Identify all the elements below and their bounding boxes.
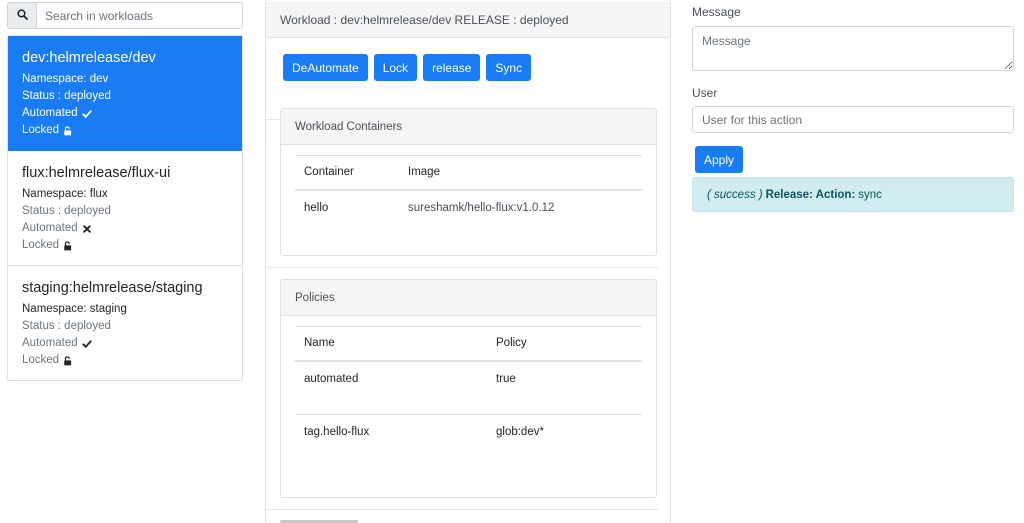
column-header-container: Container (295, 155, 399, 191)
workload-title: flux:helmrelease/flux-ui (22, 165, 171, 181)
unlock-icon (63, 125, 73, 136)
column-header-name: Name (295, 326, 487, 362)
container-image: sureshamk/hello-flux:v1.0.12 (408, 201, 555, 214)
workload-list: dev:helmrelease/dev Namespace: dev Statu… (7, 35, 243, 381)
containers-table: Container Image hello sureshamk/hello-fl… (295, 155, 642, 214)
containers-card-title: Workload Containers (281, 109, 656, 145)
policy-value: glob:dev* (496, 426, 544, 438)
workload-namespace: Namespace: staging (22, 303, 127, 315)
policy-name: tag.hello-flux (304, 426, 370, 438)
policies-card: Policies Name Policy automated true tag.… (280, 279, 657, 498)
workload-title: staging:helmrelease/staging (22, 280, 203, 296)
sync-button[interactable]: Sync (486, 54, 532, 81)
workload-detail: Workload : dev:helmrelease/dev RELEASE :… (265, 2, 671, 523)
search-bar (7, 2, 243, 29)
deautomate-button[interactable]: DeAutomate (283, 54, 368, 81)
workload-item-dev[interactable]: dev:helmrelease/dev Namespace: dev Statu… (8, 36, 242, 151)
workload-automated: Automated (22, 220, 228, 237)
workload-locked: Locked (22, 237, 228, 254)
section-divider (266, 509, 658, 510)
alert-status: ( success ) (707, 188, 763, 201)
status-alert: ( success ) Release: Action: sync (692, 177, 1014, 212)
workload-item-staging[interactable]: staging:helmrelease/staging Namespace: s… (8, 266, 242, 380)
workload-sidebar: dev:helmrelease/dev Namespace: dev Statu… (7, 2, 243, 381)
user-label: User (692, 86, 718, 100)
containers-card: Workload Containers Container Image hell… (280, 108, 657, 256)
policy-name: automated (304, 372, 359, 385)
alert-value: sync (858, 188, 882, 201)
action-form: Message User Apply ( success ) Release: … (692, 0, 1014, 212)
alert-label: Release: Action: (765, 188, 856, 201)
workload-header: Workload : dev:helmrelease/dev RELEASE :… (266, 2, 670, 38)
workload-locked: Locked (22, 352, 228, 369)
check-icon (81, 339, 92, 349)
lock-button[interactable]: Lock (373, 54, 418, 81)
column-header-image: Image (399, 155, 642, 191)
workload-status: Status : deployed (22, 205, 111, 217)
workload-namespace: Namespace: flux (22, 188, 108, 200)
table-row: automated true (295, 361, 642, 415)
container-name: hello (304, 201, 329, 214)
section-divider (266, 267, 658, 268)
message-label: Message (692, 5, 741, 19)
unlock-icon (63, 240, 73, 251)
table-row: hello sureshamk/hello-flux:v1.0.12 (295, 190, 642, 214)
workload-title: dev:helmrelease/dev (22, 50, 156, 66)
apply-button[interactable]: Apply (695, 146, 744, 173)
workload-automated: Automated (22, 105, 228, 122)
policies-card-title: Policies (281, 280, 656, 316)
search-icon (16, 8, 28, 23)
workload-status: Status : deployed (22, 90, 111, 102)
user-field[interactable] (692, 106, 1014, 133)
cross-icon (82, 224, 92, 234)
check-icon (81, 109, 92, 119)
column-header-policy: Policy (487, 326, 642, 362)
table-row: tag.hello-flux glob:dev* (295, 414, 642, 455)
workload-locked: Locked (22, 122, 228, 139)
policy-value: true (496, 372, 516, 385)
search-input[interactable] (37, 3, 242, 28)
workload-automated: Automated (22, 335, 228, 352)
unlock-icon (63, 355, 73, 366)
workload-namespace: Namespace: dev (22, 73, 109, 85)
search-button[interactable] (8, 3, 37, 28)
release-button[interactable]: release (423, 54, 481, 81)
workload-status: Status : deployed (22, 320, 111, 332)
message-field[interactable] (692, 26, 1014, 71)
workload-item-flux[interactable]: flux:helmrelease/flux-ui Namespace: flux… (8, 151, 242, 266)
policies-table: Name Policy automated true tag.hello-flu… (295, 326, 642, 455)
